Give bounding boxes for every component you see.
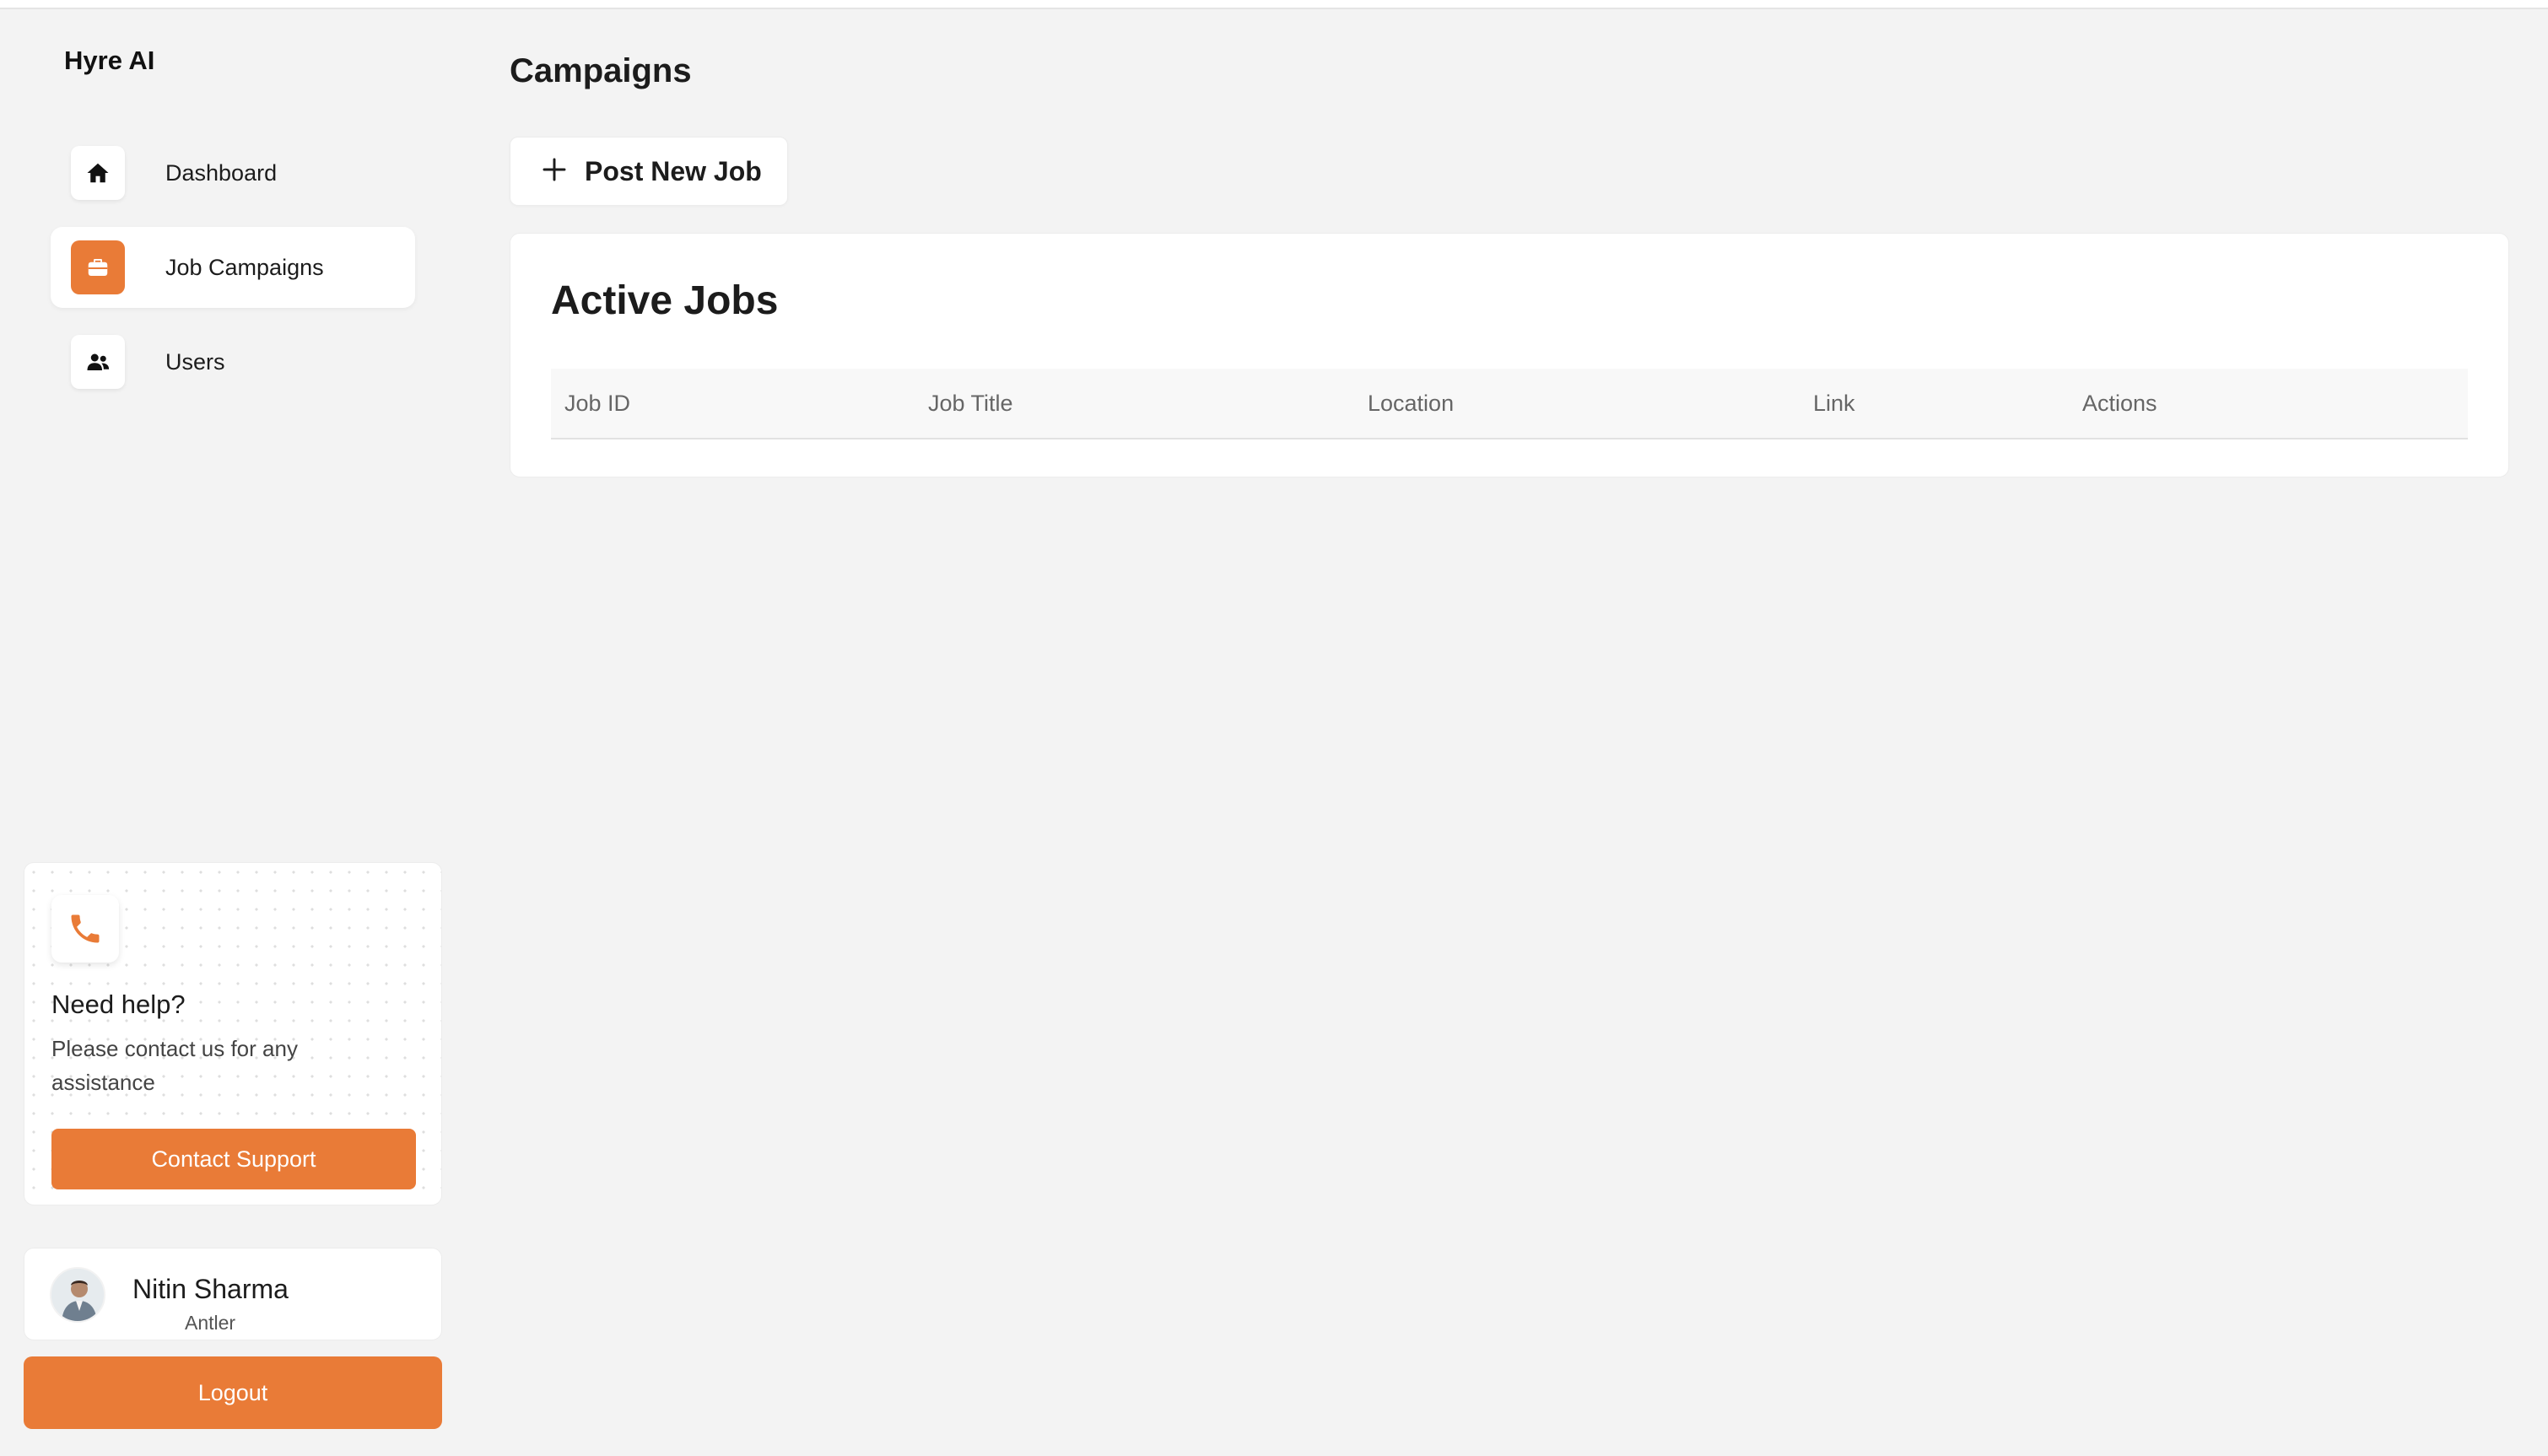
users-icon bbox=[71, 335, 125, 389]
home-icon bbox=[71, 146, 125, 200]
active-jobs-table-header: Job ID Job Title Location Link Actions bbox=[551, 369, 2468, 439]
post-new-job-button[interactable]: Post New Job bbox=[510, 137, 788, 206]
active-jobs-title: Active Jobs bbox=[551, 278, 779, 323]
contact-support-button[interactable]: Contact Support bbox=[51, 1129, 416, 1189]
sidebar-item-job-campaigns[interactable]: Job Campaigns bbox=[51, 227, 415, 308]
column-header-link[interactable]: Link bbox=[1813, 369, 1855, 438]
sidebar-item-label: Job Campaigns bbox=[165, 254, 324, 280]
phone-icon bbox=[51, 895, 119, 963]
sidebar: Hyre AI Dashboard Job Campaigns Users Ne… bbox=[0, 9, 472, 1456]
help-text: Please contact us for any assistance bbox=[51, 1036, 298, 1095]
user-name: Nitin Sharma bbox=[132, 1274, 289, 1304]
brand-logo-text: Hyre AI bbox=[64, 46, 155, 75]
sidebar-item-dashboard[interactable]: Dashboard bbox=[51, 132, 415, 213]
page-title: Campaigns bbox=[510, 52, 692, 89]
help-card: Need help? Please contact us for any ass… bbox=[24, 862, 442, 1205]
avatar bbox=[50, 1267, 105, 1323]
post-new-job-label: Post New Job bbox=[585, 155, 762, 186]
help-title: Need help? bbox=[51, 990, 186, 1019]
column-header-actions[interactable]: Actions bbox=[2082, 369, 2157, 438]
user-profile-card[interactable]: Nitin Sharma Antler bbox=[24, 1248, 442, 1340]
column-header-job-title[interactable]: Job Title bbox=[928, 369, 1013, 438]
logout-button[interactable]: Logout bbox=[24, 1356, 442, 1429]
column-header-job-id[interactable]: Job ID bbox=[564, 369, 630, 438]
sidebar-item-users[interactable]: Users bbox=[51, 321, 415, 402]
briefcase-icon bbox=[71, 240, 125, 294]
column-header-location[interactable]: Location bbox=[1368, 369, 1454, 438]
active-jobs-card: Active Jobs Job ID Job Title Location Li… bbox=[510, 233, 2509, 477]
user-organization: Antler bbox=[185, 1312, 236, 1334]
sidebar-item-label: Dashboard bbox=[165, 159, 278, 186]
plus-icon bbox=[541, 156, 568, 187]
top-bar bbox=[0, 0, 2548, 9]
sidebar-item-label: Users bbox=[165, 348, 225, 375]
